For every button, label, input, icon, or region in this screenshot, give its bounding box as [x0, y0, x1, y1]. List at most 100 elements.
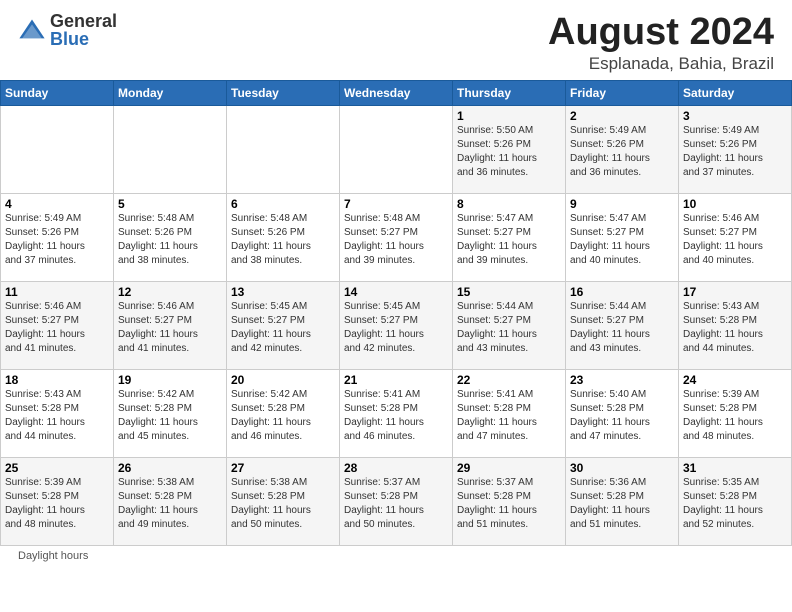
day-info: Sunrise: 5:39 AM Sunset: 5:28 PM Dayligh… [683, 388, 787, 444]
day-of-week-header: Sunday [1, 80, 114, 105]
calendar-cell: 17Sunrise: 5:43 AM Sunset: 5:28 PM Dayli… [679, 281, 792, 369]
day-info: Sunrise: 5:41 AM Sunset: 5:28 PM Dayligh… [457, 388, 561, 444]
day-info: Sunrise: 5:35 AM Sunset: 5:28 PM Dayligh… [683, 476, 787, 532]
day-info: Sunrise: 5:49 AM Sunset: 5:26 PM Dayligh… [5, 212, 109, 268]
day-info: Sunrise: 5:46 AM Sunset: 5:27 PM Dayligh… [5, 300, 109, 356]
day-info: Sunrise: 5:39 AM Sunset: 5:28 PM Dayligh… [5, 476, 109, 532]
calendar-cell: 16Sunrise: 5:44 AM Sunset: 5:27 PM Dayli… [566, 281, 679, 369]
day-info: Sunrise: 5:37 AM Sunset: 5:28 PM Dayligh… [344, 476, 448, 532]
calendar-cell: 3Sunrise: 5:49 AM Sunset: 5:26 PM Daylig… [679, 105, 792, 193]
calendar-cell: 6Sunrise: 5:48 AM Sunset: 5:26 PM Daylig… [227, 193, 340, 281]
calendar-cell: 14Sunrise: 5:45 AM Sunset: 5:27 PM Dayli… [340, 281, 453, 369]
calendar-cell: 9Sunrise: 5:47 AM Sunset: 5:27 PM Daylig… [566, 193, 679, 281]
day-of-week-header: Friday [566, 80, 679, 105]
calendar-cell: 20Sunrise: 5:42 AM Sunset: 5:28 PM Dayli… [227, 369, 340, 457]
day-info: Sunrise: 5:44 AM Sunset: 5:27 PM Dayligh… [457, 300, 561, 356]
day-info: Sunrise: 5:43 AM Sunset: 5:28 PM Dayligh… [683, 300, 787, 356]
day-number: 29 [457, 461, 561, 475]
day-info: Sunrise: 5:44 AM Sunset: 5:27 PM Dayligh… [570, 300, 674, 356]
day-number: 23 [570, 373, 674, 387]
day-number: 14 [344, 285, 448, 299]
day-number: 30 [570, 461, 674, 475]
calendar-table: SundayMondayTuesdayWednesdayThursdayFrid… [0, 80, 792, 546]
day-info: Sunrise: 5:48 AM Sunset: 5:26 PM Dayligh… [231, 212, 335, 268]
day-number: 15 [457, 285, 561, 299]
calendar-cell: 10Sunrise: 5:46 AM Sunset: 5:27 PM Dayli… [679, 193, 792, 281]
day-of-week-header: Wednesday [340, 80, 453, 105]
calendar-cell: 2Sunrise: 5:49 AM Sunset: 5:26 PM Daylig… [566, 105, 679, 193]
day-number: 2 [570, 109, 674, 123]
day-info: Sunrise: 5:46 AM Sunset: 5:27 PM Dayligh… [118, 300, 222, 356]
calendar-cell: 4Sunrise: 5:49 AM Sunset: 5:26 PM Daylig… [1, 193, 114, 281]
day-info: Sunrise: 5:45 AM Sunset: 5:27 PM Dayligh… [344, 300, 448, 356]
calendar-cell: 15Sunrise: 5:44 AM Sunset: 5:27 PM Dayli… [453, 281, 566, 369]
day-info: Sunrise: 5:36 AM Sunset: 5:28 PM Dayligh… [570, 476, 674, 532]
calendar-cell: 31Sunrise: 5:35 AM Sunset: 5:28 PM Dayli… [679, 457, 792, 545]
day-info: Sunrise: 5:43 AM Sunset: 5:28 PM Dayligh… [5, 388, 109, 444]
day-number: 17 [683, 285, 787, 299]
calendar-cell: 21Sunrise: 5:41 AM Sunset: 5:28 PM Dayli… [340, 369, 453, 457]
day-number: 6 [231, 197, 335, 211]
day-info: Sunrise: 5:46 AM Sunset: 5:27 PM Dayligh… [683, 212, 787, 268]
day-number: 9 [570, 197, 674, 211]
calendar-cell: 7Sunrise: 5:48 AM Sunset: 5:27 PM Daylig… [340, 193, 453, 281]
day-info: Sunrise: 5:48 AM Sunset: 5:26 PM Dayligh… [118, 212, 222, 268]
calendar-cell: 13Sunrise: 5:45 AM Sunset: 5:27 PM Dayli… [227, 281, 340, 369]
day-number: 22 [457, 373, 561, 387]
day-info: Sunrise: 5:50 AM Sunset: 5:26 PM Dayligh… [457, 124, 561, 180]
calendar-cell: 28Sunrise: 5:37 AM Sunset: 5:28 PM Dayli… [340, 457, 453, 545]
day-info: Sunrise: 5:40 AM Sunset: 5:28 PM Dayligh… [570, 388, 674, 444]
day-of-week-header: Tuesday [227, 80, 340, 105]
logo: General Blue [18, 12, 117, 48]
logo-blue-text: Blue [50, 30, 117, 48]
calendar-cell: 26Sunrise: 5:38 AM Sunset: 5:28 PM Dayli… [114, 457, 227, 545]
day-number: 10 [683, 197, 787, 211]
calendar-cell: 27Sunrise: 5:38 AM Sunset: 5:28 PM Dayli… [227, 457, 340, 545]
footer: Daylight hours [0, 546, 792, 566]
day-number: 21 [344, 373, 448, 387]
calendar-cell: 11Sunrise: 5:46 AM Sunset: 5:27 PM Dayli… [1, 281, 114, 369]
calendar-cell [1, 105, 114, 193]
calendar-cell [340, 105, 453, 193]
title-block: August 2024 Esplanada, Bahia, Brazil [548, 12, 774, 74]
calendar-cell: 5Sunrise: 5:48 AM Sunset: 5:26 PM Daylig… [114, 193, 227, 281]
calendar-cell: 22Sunrise: 5:41 AM Sunset: 5:28 PM Dayli… [453, 369, 566, 457]
day-info: Sunrise: 5:41 AM Sunset: 5:28 PM Dayligh… [344, 388, 448, 444]
calendar-cell [114, 105, 227, 193]
day-info: Sunrise: 5:42 AM Sunset: 5:28 PM Dayligh… [118, 388, 222, 444]
calendar-cell: 23Sunrise: 5:40 AM Sunset: 5:28 PM Dayli… [566, 369, 679, 457]
day-info: Sunrise: 5:38 AM Sunset: 5:28 PM Dayligh… [231, 476, 335, 532]
calendar-cell: 1Sunrise: 5:50 AM Sunset: 5:26 PM Daylig… [453, 105, 566, 193]
day-number: 13 [231, 285, 335, 299]
calendar-cell: 12Sunrise: 5:46 AM Sunset: 5:27 PM Dayli… [114, 281, 227, 369]
day-info: Sunrise: 5:49 AM Sunset: 5:26 PM Dayligh… [683, 124, 787, 180]
day-number: 16 [570, 285, 674, 299]
day-number: 5 [118, 197, 222, 211]
day-of-week-header: Thursday [453, 80, 566, 105]
calendar-cell: 25Sunrise: 5:39 AM Sunset: 5:28 PM Dayli… [1, 457, 114, 545]
day-number: 31 [683, 461, 787, 475]
day-number: 24 [683, 373, 787, 387]
calendar-cell: 29Sunrise: 5:37 AM Sunset: 5:28 PM Dayli… [453, 457, 566, 545]
day-of-week-header: Monday [114, 80, 227, 105]
day-number: 1 [457, 109, 561, 123]
calendar-cell: 19Sunrise: 5:42 AM Sunset: 5:28 PM Dayli… [114, 369, 227, 457]
day-number: 25 [5, 461, 109, 475]
day-of-week-header: Saturday [679, 80, 792, 105]
day-number: 4 [5, 197, 109, 211]
calendar-cell: 30Sunrise: 5:36 AM Sunset: 5:28 PM Dayli… [566, 457, 679, 545]
day-number: 8 [457, 197, 561, 211]
calendar-cell: 8Sunrise: 5:47 AM Sunset: 5:27 PM Daylig… [453, 193, 566, 281]
header: General Blue August 2024 Esplanada, Bahi… [0, 0, 792, 80]
day-info: Sunrise: 5:47 AM Sunset: 5:27 PM Dayligh… [570, 212, 674, 268]
day-number: 20 [231, 373, 335, 387]
day-number: 26 [118, 461, 222, 475]
day-info: Sunrise: 5:49 AM Sunset: 5:26 PM Dayligh… [570, 124, 674, 180]
day-number: 11 [5, 285, 109, 299]
calendar-cell [227, 105, 340, 193]
day-number: 3 [683, 109, 787, 123]
day-info: Sunrise: 5:42 AM Sunset: 5:28 PM Dayligh… [231, 388, 335, 444]
calendar-cell: 18Sunrise: 5:43 AM Sunset: 5:28 PM Dayli… [1, 369, 114, 457]
day-info: Sunrise: 5:38 AM Sunset: 5:28 PM Dayligh… [118, 476, 222, 532]
logo-general-text: General [50, 12, 117, 30]
